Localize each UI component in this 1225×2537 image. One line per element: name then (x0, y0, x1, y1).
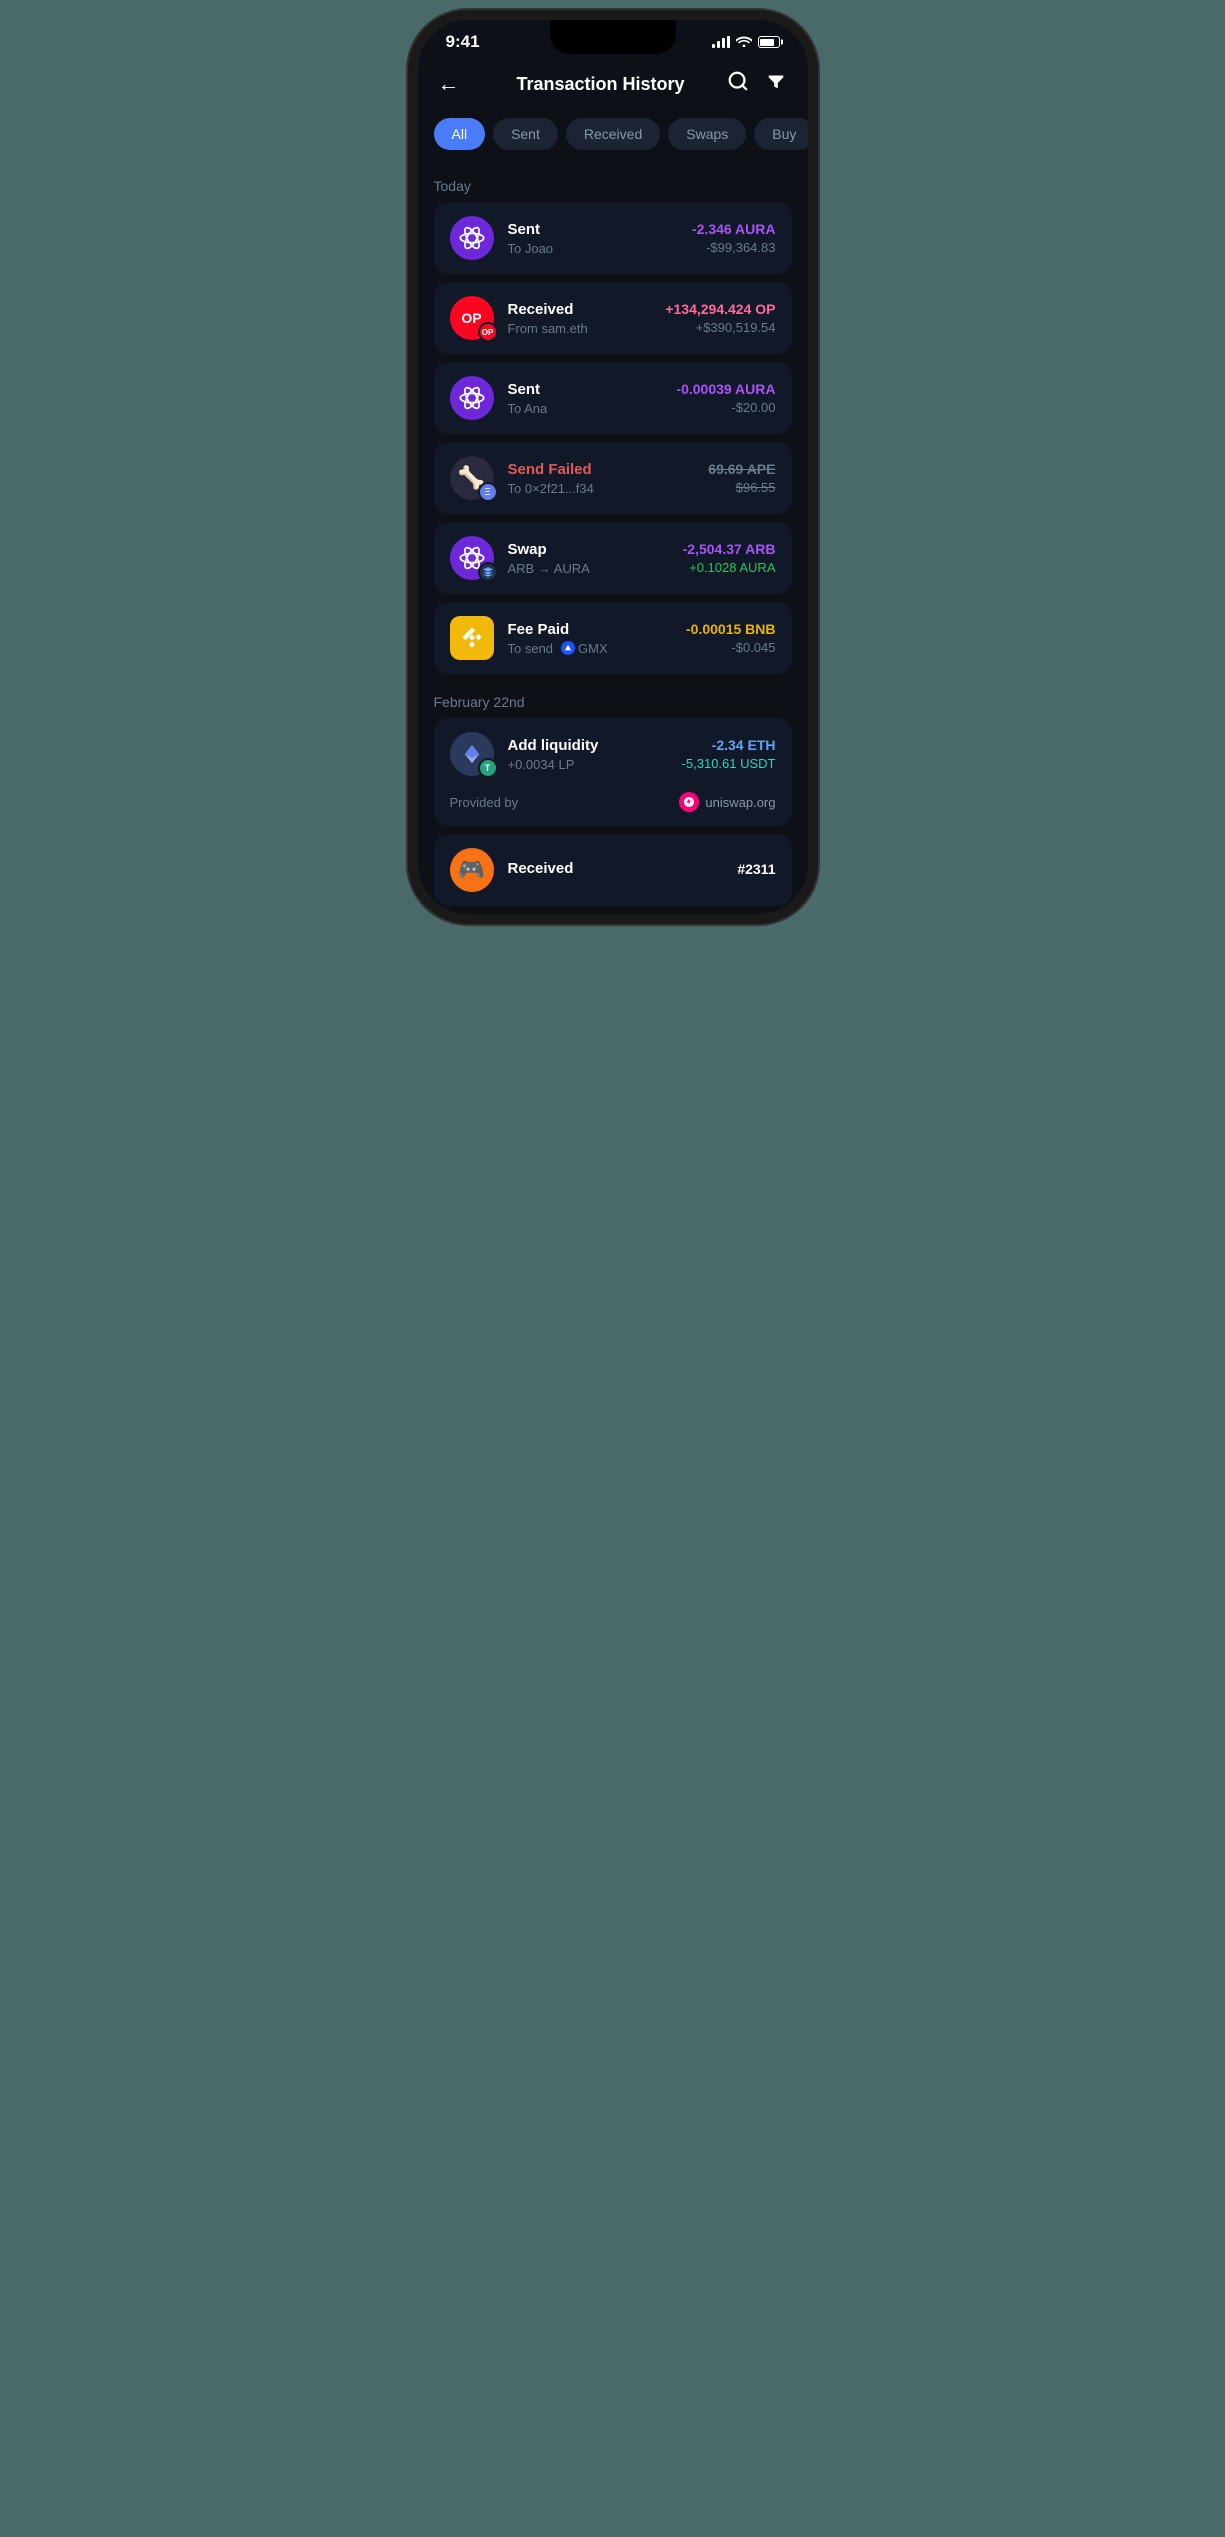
transaction-item[interactable]: T Add liquidity +0.0034 LP -2.34 ETH -5,… (434, 718, 792, 790)
tx-title: Fee Paid (508, 621, 673, 638)
transaction-item[interactable]: Swap ARB → AURA -2,504.37 ARB +0.1028 AU… (434, 522, 792, 594)
tx-amount-primary: -0.00039 AURA (676, 381, 775, 397)
uniswap-icon (679, 792, 699, 812)
tx-title: Received (508, 860, 724, 877)
tx-amount-secondary: -$99,364.83 (692, 240, 776, 255)
tx-amount-secondary: +0.1028 AURA (683, 560, 776, 575)
aura-token-icon (450, 376, 494, 420)
header-actions (727, 70, 787, 98)
tx-amounts: -2,504.37 ARB +0.1028 AURA (683, 541, 776, 575)
tab-buy[interactable]: Buy (754, 118, 807, 150)
filter-tabs: All Sent Received Swaps Buy Se... (418, 114, 808, 166)
tx-info: Sent To Joao (508, 221, 678, 256)
tab-swaps[interactable]: Swaps (668, 118, 746, 150)
tx-amounts: -2.34 ETH -5,310.61 USDT (682, 737, 776, 771)
tx-info: Add liquidity +0.0034 LP (508, 737, 668, 772)
tx-info: Fee Paid To send GMX (508, 621, 673, 656)
tx-amount-primary: -2.346 AURA (692, 221, 776, 237)
op-token-icon: OP OP (450, 296, 494, 340)
tx-title: Send Failed (508, 461, 695, 478)
provided-by-source: uniswap.org (679, 792, 775, 812)
back-button[interactable]: ← (438, 71, 474, 97)
tx-subtitle: +0.0034 LP (508, 757, 668, 772)
status-icons (712, 34, 780, 50)
tx-amounts: +134,294.424 OP +$390,519.54 (665, 301, 775, 335)
tab-received[interactable]: Received (566, 118, 660, 150)
transaction-item[interactable]: Fee Paid To send GMX -0.00015 BNB - (434, 602, 792, 674)
tx-amount-secondary: -$0.045 (686, 640, 776, 655)
creature-token-icon: 🎮 (450, 848, 494, 892)
tx-info: Received (508, 860, 724, 880)
tx-title: Add liquidity (508, 737, 668, 754)
header: ← Transaction History (418, 58, 808, 114)
section-today: Today (434, 166, 792, 202)
aura-token-icon (450, 216, 494, 260)
tx-subtitle: To 0×2f21...f34 (508, 481, 695, 496)
provided-by-label: Provided by (450, 795, 519, 810)
tx-amounts: -2.346 AURA -$99,364.83 (692, 221, 776, 255)
tx-subtitle: To send GMX (508, 641, 673, 656)
tx-amounts: #2311 (737, 861, 775, 880)
tx-subtitle: To Joao (508, 241, 678, 256)
transaction-item[interactable]: 🦴 Ξ Send Failed To 0×2f21...f34 69.69 AP… (434, 442, 792, 514)
tx-subtitle: From sam.eth (508, 321, 652, 336)
status-time: 9:41 (446, 32, 480, 52)
wifi-icon (736, 34, 752, 50)
tx-amount-secondary: +$390,519.54 (665, 320, 775, 335)
transaction-item[interactable]: OP OP Received From sam.eth +134,294.424… (434, 282, 792, 354)
main-content: Today Sent To Joao -2.346 AURA -$99,364.… (418, 166, 808, 906)
transaction-item[interactable]: 🎮 Received #2311 (434, 834, 792, 906)
page-title: Transaction History (516, 74, 684, 95)
tx-title: Sent (508, 221, 678, 238)
tx-subtitle: ARB → AURA (508, 561, 669, 576)
phone-frame: 9:41 ← Transaction History (418, 20, 808, 914)
tx-amount-primary: +134,294.424 OP (665, 301, 775, 317)
provided-by-section: Provided by uniswap.org (434, 782, 792, 826)
transaction-item[interactable]: Sent To Joao -2.346 AURA -$99,364.83 (434, 202, 792, 274)
tx-amount-primary: -2.34 ETH (682, 737, 776, 753)
section-feb22: February 22nd (434, 682, 792, 718)
bnb-token-icon (450, 616, 494, 660)
filter-icon[interactable] (765, 70, 787, 98)
tx-info: Sent To Ana (508, 381, 663, 416)
tab-all[interactable]: All (434, 118, 486, 150)
tx-amounts: -0.00015 BNB -$0.045 (686, 621, 776, 655)
signal-icon (712, 36, 730, 48)
notch (550, 20, 676, 54)
battery-icon (758, 36, 780, 48)
tx-amount-primary: -2,504.37 ARB (683, 541, 776, 557)
swap-token-icon (450, 536, 494, 580)
tx-amount-secondary: -5,310.61 USDT (682, 756, 776, 771)
tx-info: Swap ARB → AURA (508, 541, 669, 576)
tx-amount-secondary: $96.55 (708, 480, 775, 495)
tx-amount-primary: #2311 (737, 861, 775, 877)
tx-subtitle: To Ana (508, 401, 663, 416)
tx-title: Swap (508, 541, 669, 558)
tx-amounts: 69.69 APE $96.55 (708, 461, 775, 495)
tx-amount-primary: 69.69 APE (708, 461, 775, 477)
tx-info: Received From sam.eth (508, 301, 652, 336)
provided-by-name: uniswap.org (705, 795, 775, 810)
tx-title: Received (508, 301, 652, 318)
transaction-item[interactable]: Sent To Ana -0.00039 AURA -$20.00 (434, 362, 792, 434)
tx-title: Sent (508, 381, 663, 398)
liquidity-token-icon: T (450, 732, 494, 776)
ape-token-icon: 🦴 Ξ (450, 456, 494, 500)
tx-amounts: -0.00039 AURA -$20.00 (676, 381, 775, 415)
tx-amount-primary: -0.00015 BNB (686, 621, 776, 637)
tx-amount-secondary: -$20.00 (676, 400, 775, 415)
tab-sent[interactable]: Sent (493, 118, 558, 150)
search-icon[interactable] (727, 70, 749, 98)
tx-info: Send Failed To 0×2f21...f34 (508, 461, 695, 496)
